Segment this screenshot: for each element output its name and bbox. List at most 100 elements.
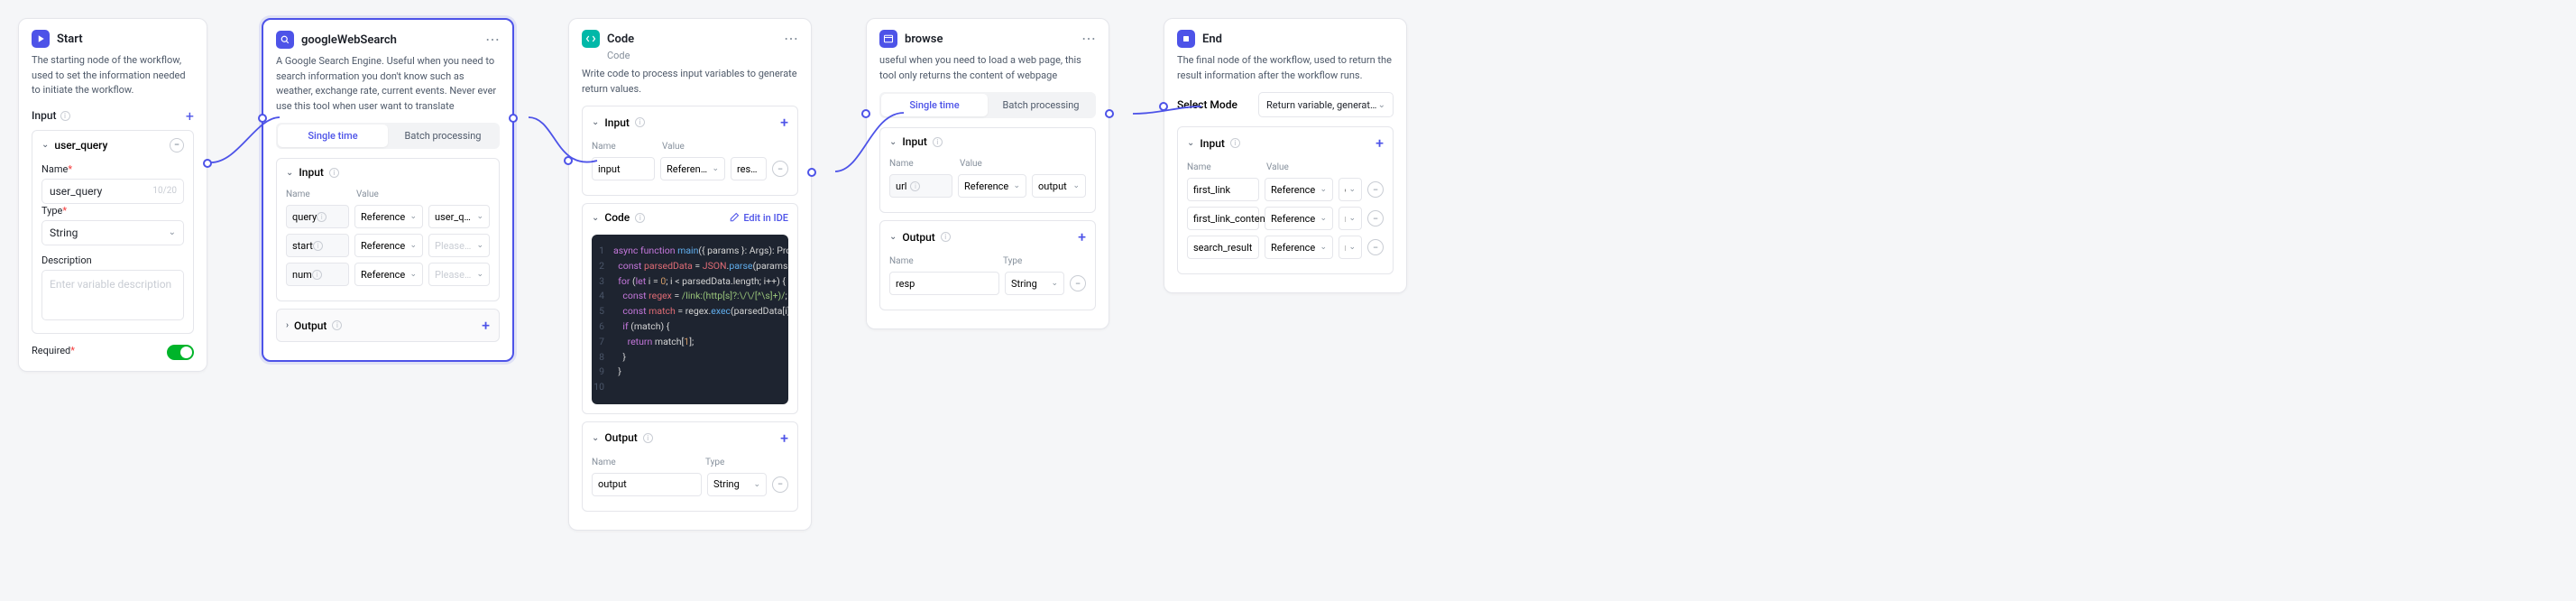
info-icon: i (313, 241, 323, 251)
info-icon: i (635, 117, 645, 127)
param-name-input[interactable]: search_result (1187, 236, 1259, 259)
port-in[interactable] (564, 156, 573, 165)
input-section-header[interactable]: ⌄Inputi+ (583, 106, 797, 138)
port-in[interactable] (861, 109, 870, 118)
param-value-select[interactable]: output⌄ (1339, 178, 1362, 201)
variable-header[interactable]: ⌄user_query− (32, 131, 193, 160)
output-type-select[interactable]: String⌄ (1005, 272, 1064, 295)
code-section-header[interactable]: ⌄Codei Edit in IDE (583, 204, 797, 231)
node-code[interactable]: Code ⋯ Code Write code to process input … (568, 18, 812, 531)
input-section-header[interactable]: ⌄Inputi (880, 128, 1095, 155)
add-output-button[interactable]: + (1078, 228, 1086, 245)
remove-param-button[interactable]: − (1367, 210, 1384, 227)
remove-param-button[interactable]: − (1367, 239, 1384, 255)
param-ref-select[interactable]: Reference⌄ (354, 263, 423, 286)
edit-in-ide-link[interactable]: Edit in IDE (729, 212, 788, 224)
port-out[interactable] (1105, 109, 1114, 118)
workflow-canvas[interactable]: Start The starting node of the workflow,… (18, 18, 2558, 531)
param-name: start i (286, 234, 349, 257)
output-section-header[interactable]: ›Outputi+ (277, 310, 499, 341)
param-ref-select[interactable]: Reference⌄ (958, 174, 1026, 198)
output-section-header[interactable]: ⌄Outputi+ (583, 422, 797, 454)
param-value-select[interactable]: user_query⌄ (428, 205, 490, 228)
param-name: num i (286, 263, 349, 286)
param-value-select[interactable]: output⌄ (1032, 174, 1086, 198)
segment-single[interactable]: Single time (881, 94, 988, 116)
param-value-select[interactable]: resp⌄ (1339, 207, 1362, 230)
port-out[interactable] (203, 159, 212, 168)
param-value-select[interactable]: Please select⌄ (428, 234, 490, 257)
info-icon: i (941, 232, 951, 242)
port-out[interactable] (807, 168, 816, 177)
param-name-input[interactable]: input (592, 157, 655, 180)
search-icon (276, 31, 294, 49)
node-google-web-search[interactable]: googleWebSearch ⋯ A Google Search Engine… (262, 18, 514, 362)
remove-param-button[interactable]: − (1367, 181, 1384, 198)
param-ref-select[interactable]: Reference⌄ (1265, 178, 1333, 201)
node-end[interactable]: End The final node of the workflow, used… (1164, 18, 1407, 293)
node-desc: Write code to process input variables to… (582, 67, 798, 97)
port-out[interactable] (509, 114, 518, 123)
segment-single[interactable]: Single time (278, 125, 388, 147)
input-section-header[interactable]: ⌄Inputi (277, 159, 499, 186)
output-type-select[interactable]: String⌄ (707, 473, 767, 496)
param-ref-select[interactable]: Reference⌄ (660, 157, 725, 180)
chevron-down-icon: ⌄ (1348, 214, 1356, 223)
param-value-select[interactable]: response_for_moc⌄ (1339, 236, 1362, 259)
required-toggle[interactable] (167, 345, 194, 360)
chevron-down-icon: ⌄ (1348, 185, 1356, 194)
remove-output-button[interactable]: − (1070, 275, 1086, 291)
output-name-input[interactable]: output (592, 473, 702, 496)
add-input-button[interactable]: + (780, 114, 788, 131)
add-output-button[interactable]: + (482, 317, 490, 334)
node-desc: The starting node of the workflow, used … (32, 53, 194, 98)
end-icon (1177, 30, 1195, 48)
param-ref-select[interactable]: Reference⌄ (1265, 207, 1333, 230)
port-in[interactable] (258, 114, 267, 123)
var-desc-input[interactable] (41, 270, 184, 320)
node-title: browse (905, 32, 1074, 46)
chevron-down-icon: ⌄ (476, 212, 483, 221)
input-section-header[interactable]: ⌄Inputi+ (1178, 127, 1393, 159)
node-browse[interactable]: browse ⋯ useful when you need to load a … (866, 18, 1109, 329)
info-icon: i (643, 433, 653, 443)
param-ref-select[interactable]: Reference⌄ (354, 234, 423, 257)
output-section-header[interactable]: ⌄Outputi+ (880, 221, 1095, 253)
add-input-button[interactable]: + (1375, 134, 1384, 152)
node-start[interactable]: Start The starting node of the workflow,… (18, 18, 207, 372)
remove-output-button[interactable]: − (772, 476, 788, 493)
more-icon[interactable]: ⋯ (784, 32, 798, 46)
info-icon: i (60, 111, 70, 121)
port-in[interactable] (1159, 102, 1168, 111)
var-name-input[interactable] (41, 179, 184, 204)
info-icon: i (329, 168, 339, 178)
remove-param-button[interactable]: − (772, 161, 788, 177)
chevron-down-icon: ⌄ (476, 270, 483, 279)
node-desc: The final node of the workflow, used to … (1177, 53, 1394, 83)
param-ref-select[interactable]: Reference⌄ (1265, 236, 1333, 259)
param-ref-select[interactable]: Reference⌄ (354, 205, 423, 228)
more-icon[interactable]: ⋯ (485, 32, 500, 47)
var-type-select[interactable]: String⌄ (41, 220, 184, 245)
add-output-button[interactable]: + (780, 430, 788, 447)
more-icon[interactable]: ⋯ (1081, 32, 1096, 46)
code-icon (582, 30, 600, 48)
chevron-down-icon: ⌄ (409, 270, 417, 279)
code-editor[interactable]: 1async function main({ params }: Args): … (592, 235, 788, 404)
mode-segment: Single time Batch processing (879, 92, 1096, 118)
browse-icon (879, 30, 897, 48)
chevron-down-icon: ⌄ (169, 227, 176, 237)
chevron-down-icon: ⌄ (753, 480, 760, 489)
segment-batch[interactable]: Batch processing (388, 125, 498, 147)
param-name-input[interactable]: first_link_content (1187, 207, 1259, 230)
select-mode-dropdown[interactable]: Return variable, generated by the B...⌄ (1258, 92, 1394, 117)
param-value-select[interactable]: Please select⌄ (428, 263, 490, 286)
remove-variable-button[interactable]: − (170, 138, 184, 153)
segment-batch[interactable]: Batch processing (988, 94, 1094, 116)
output-name-input[interactable]: resp (889, 272, 999, 295)
chevron-down-icon: ⌄ (1187, 138, 1194, 148)
param-name-input[interactable]: first_link (1187, 178, 1259, 201)
add-input-button[interactable]: + (186, 107, 194, 125)
param-value-select[interactable]: response_for_moc (731, 157, 767, 180)
node-title: Start (57, 32, 194, 46)
